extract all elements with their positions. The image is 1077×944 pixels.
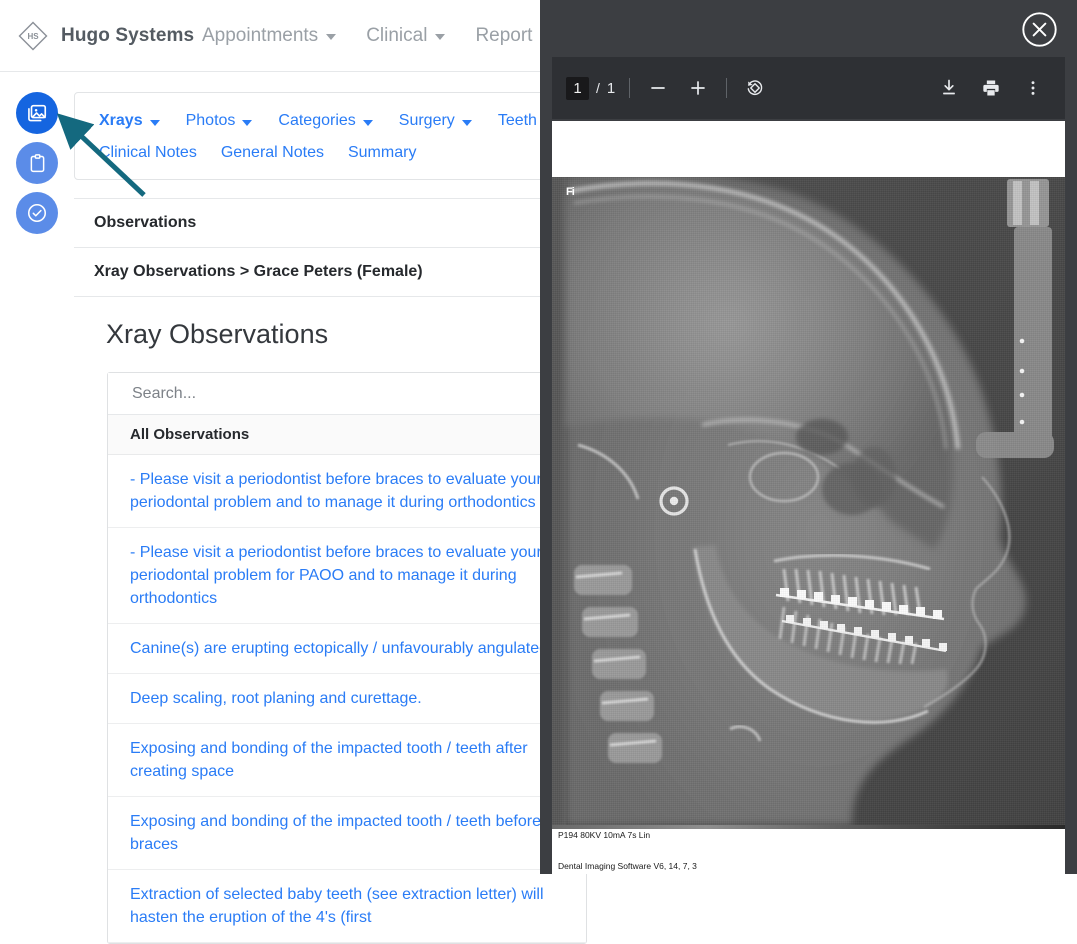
svg-text:HS: HS — [27, 32, 39, 41]
brand-name: Hugo Systems — [61, 25, 194, 47]
total-pages: 1 — [607, 80, 615, 97]
minus-icon — [649, 79, 667, 97]
pdf-viewer-overlay: / 1 — [540, 0, 1077, 874]
list-item[interactable]: Exposing and bonding of the impacted too… — [108, 724, 586, 797]
xray-exposure-text: P194 80KV 10mA 7s Lin — [558, 830, 650, 840]
chevron-down-icon — [462, 120, 472, 126]
clipboard-icon — [27, 153, 48, 174]
chevron-down-icon — [242, 120, 252, 126]
topnav-item-appointments[interactable]: Appointments — [202, 25, 336, 47]
subnav-item-categories[interactable]: Categories — [278, 112, 372, 130]
search-row — [108, 373, 586, 415]
subnav-item-general-notes[interactable]: General Notes — [221, 144, 324, 162]
toolbar-divider — [726, 78, 727, 98]
subnav-label: General Notes — [221, 144, 324, 162]
subnav-label: Categories — [278, 112, 355, 130]
download-button[interactable] — [935, 74, 963, 102]
subnav-label: Summary — [348, 144, 416, 162]
observations-list-box: All Observations - Please visit a period… — [107, 372, 587, 944]
rail-button-images[interactable] — [16, 92, 58, 134]
close-icon — [1021, 11, 1058, 48]
subnav-item-clinical-notes[interactable]: Clinical Notes — [99, 144, 197, 162]
subnav-label: Xrays — [99, 112, 143, 130]
xray-software-text: Dental Imaging Software V6, 14, 7, 3 — [558, 861, 697, 871]
print-button[interactable] — [977, 74, 1005, 102]
brand-logo[interactable]: HS Hugo Systems — [0, 19, 180, 53]
list-item[interactable]: Exposing and bonding of the impacted too… — [108, 797, 586, 870]
zoom-in-button[interactable] — [684, 74, 712, 102]
zoom-out-button[interactable] — [644, 74, 672, 102]
chevron-down-icon — [150, 120, 160, 126]
pdf-page[interactable]: Fi P194 80KV 10mA 7s Lin Dental Imaging … — [552, 121, 1065, 874]
xray-image: Fi — [552, 177, 1065, 825]
pdf-page-controls: / 1 — [566, 74, 769, 102]
more-vertical-icon — [1023, 78, 1043, 98]
page-number-input[interactable] — [566, 77, 589, 100]
pdf-actions — [935, 74, 1051, 102]
chevron-down-icon — [326, 34, 336, 40]
rail-button-clipboard[interactable] — [16, 142, 58, 184]
subnav-label: Clinical Notes — [99, 144, 197, 162]
topnav-label: Report — [475, 25, 532, 47]
plus-icon — [689, 79, 707, 97]
toolbar-divider — [629, 78, 630, 98]
hugo-diamond-icon: HS — [16, 19, 50, 53]
list-header-all-observations: All Observations — [108, 415, 586, 455]
topnav-label: Clinical — [366, 25, 427, 47]
list-item[interactable]: Canine(s) are erupting ectopically / unf… — [108, 624, 586, 674]
topnav-item-clinical[interactable]: Clinical — [366, 25, 445, 47]
xray-corner-marker: Fi — [566, 186, 574, 198]
download-icon — [939, 78, 959, 98]
images-icon — [26, 102, 48, 124]
pdf-toolbar: / 1 — [552, 57, 1065, 119]
print-icon — [981, 78, 1001, 98]
list-item[interactable]: - Please visit a periodontist before bra… — [108, 455, 586, 528]
list-item[interactable]: Extraction of selected baby teeth (see e… — [108, 870, 586, 943]
topnav-label: Appointments — [202, 25, 318, 47]
rotate-counterclockwise-icon — [745, 78, 765, 98]
search-input[interactable] — [130, 384, 540, 404]
xray-footer-strip — [552, 825, 1065, 829]
rail-button-tasks[interactable] — [16, 192, 58, 234]
close-button[interactable] — [1021, 11, 1058, 48]
more-options-button[interactable] — [1019, 74, 1047, 102]
chevron-down-icon — [435, 34, 445, 40]
xray-render — [552, 177, 1065, 825]
list-item[interactable]: Deep scaling, root planing and curettage… — [108, 674, 586, 724]
subnav-item-photos[interactable]: Photos — [186, 112, 253, 130]
viewer-header — [540, 0, 1077, 57]
page-separator: / — [596, 80, 600, 96]
left-icon-rail — [16, 92, 58, 234]
rotate-button[interactable] — [741, 74, 769, 102]
list-item[interactable]: - Please visit a periodontist before bra… — [108, 528, 586, 624]
subnav-label: Photos — [186, 112, 236, 130]
chevron-down-icon — [363, 120, 373, 126]
subnav-label: Teeth — [498, 112, 537, 130]
check-circle-icon — [26, 202, 48, 224]
subnav-item-xrays[interactable]: Xrays — [99, 112, 160, 130]
subnav-label: Surgery — [399, 112, 455, 130]
subnav-item-surgery[interactable]: Surgery — [399, 112, 472, 130]
page-top-margin — [552, 121, 1065, 177]
xray-footer: P194 80KV 10mA 7s Lin Dental Imaging Sof… — [552, 825, 1065, 874]
subnav-item-summary[interactable]: Summary — [348, 144, 416, 162]
